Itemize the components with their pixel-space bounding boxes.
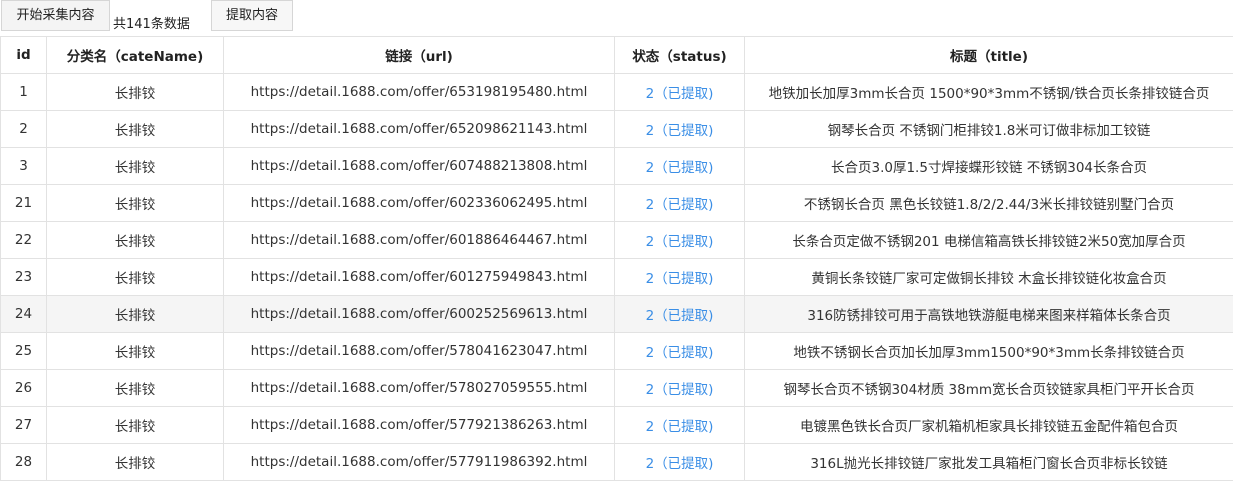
cell-id: 24: [1, 296, 47, 333]
cell-catename: 长排铰: [47, 333, 224, 370]
cell-url: https://detail.1688.com/offer/6531981954…: [224, 74, 615, 111]
cell-title: 地铁不锈钢长合页加长加厚3mm1500*90*3mm长条排铰链合页: [745, 333, 1233, 370]
cell-status: 2（已提取): [615, 74, 745, 111]
table-row[interactable]: 2长排铰https://detail.1688.com/offer/652098…: [1, 111, 1233, 148]
cell-catename: 长排铰: [47, 148, 224, 185]
cell-catename: 长排铰: [47, 407, 224, 444]
cell-title: 钢琴长合页不锈钢304材质 38mm宽长合页铰链家具柜门平开长合页: [745, 370, 1233, 407]
cell-title: 长合页3.0厚1.5寸焊接蝶形铰链 不锈钢304长条合页: [745, 148, 1233, 185]
extract-content-button[interactable]: 提取内容: [211, 0, 293, 31]
cell-catename: 长排铰: [47, 444, 224, 481]
cell-status: 2（已提取): [615, 222, 745, 259]
cell-status: 2（已提取): [615, 259, 745, 296]
cell-catename: 长排铰: [47, 296, 224, 333]
column-header-id[interactable]: id: [1, 37, 47, 74]
cell-title: 钢琴长合页 不锈钢门柜排铰1.8米可订做非标加工铰链: [745, 111, 1233, 148]
cell-status: 2（已提取): [615, 185, 745, 222]
cell-id: 3: [1, 148, 47, 185]
cell-id: 23: [1, 259, 47, 296]
cell-id: 1: [1, 74, 47, 111]
column-header-status[interactable]: 状态（status): [615, 37, 745, 74]
data-table: id 分类名（cateName) 链接（url) 状态（status) 标题（t…: [0, 36, 1233, 481]
cell-catename: 长排铰: [47, 111, 224, 148]
cell-id: 2: [1, 111, 47, 148]
cell-catename: 长排铰: [47, 185, 224, 222]
cell-url: https://detail.1688.com/offer/6023360624…: [224, 185, 615, 222]
cell-status: 2（已提取): [615, 407, 745, 444]
cell-status: 2（已提取): [615, 296, 745, 333]
cell-id: 28: [1, 444, 47, 481]
cell-url: https://detail.1688.com/offer/6012759498…: [224, 259, 615, 296]
toolbar: 开始采集内容 共141条数据 提取内容: [0, 0, 1233, 36]
table-row[interactable]: 22长排铰https://detail.1688.com/offer/60188…: [1, 222, 1233, 259]
table-row[interactable]: 27长排铰https://detail.1688.com/offer/57792…: [1, 407, 1233, 444]
record-count: 共141条数据: [113, 16, 190, 34]
cell-title: 316L抛光长排铰链厂家批发工具箱柜门窗长合页非标长铰链: [745, 444, 1233, 481]
cell-title: 地铁加长加厚3mm长合页 1500*90*3mm不锈钢/铁合页长条排铰链合页: [745, 74, 1233, 111]
table-row[interactable]: 28长排铰https://detail.1688.com/offer/57791…: [1, 444, 1233, 481]
cell-id: 26: [1, 370, 47, 407]
cell-id: 22: [1, 222, 47, 259]
cell-url: https://detail.1688.com/offer/6002525696…: [224, 296, 615, 333]
table-row[interactable]: 25长排铰https://detail.1688.com/offer/57804…: [1, 333, 1233, 370]
cell-status: 2（已提取): [615, 370, 745, 407]
cell-id: 25: [1, 333, 47, 370]
column-header-url[interactable]: 链接（url): [224, 37, 615, 74]
cell-status: 2（已提取): [615, 444, 745, 481]
column-header-catename[interactable]: 分类名（cateName): [47, 37, 224, 74]
table-row[interactable]: 21长排铰https://detail.1688.com/offer/60233…: [1, 185, 1233, 222]
table-row[interactable]: 1长排铰https://detail.1688.com/offer/653198…: [1, 74, 1233, 111]
cell-url: https://detail.1688.com/offer/5779213862…: [224, 407, 615, 444]
cell-url: https://detail.1688.com/offer/5780270595…: [224, 370, 615, 407]
cell-url: https://detail.1688.com/offer/6520986211…: [224, 111, 615, 148]
cell-title: 黄铜长条铰链厂家可定做铜长排铰 木盒长排铰链化妆盒合页: [745, 259, 1233, 296]
cell-catename: 长排铰: [47, 259, 224, 296]
cell-id: 27: [1, 407, 47, 444]
cell-catename: 长排铰: [47, 222, 224, 259]
cell-title: 长条合页定做不锈钢201 电梯信箱高铁长排铰链2米50宽加厚合页: [745, 222, 1233, 259]
table-header-row: id 分类名（cateName) 链接（url) 状态（status) 标题（t…: [1, 37, 1233, 74]
cell-status: 2（已提取): [615, 333, 745, 370]
table-row[interactable]: 3长排铰https://detail.1688.com/offer/607488…: [1, 148, 1233, 185]
cell-status: 2（已提取): [615, 148, 745, 185]
cell-catename: 长排铰: [47, 74, 224, 111]
table-row[interactable]: 23长排铰https://detail.1688.com/offer/60127…: [1, 259, 1233, 296]
column-header-title[interactable]: 标题（title): [745, 37, 1233, 74]
cell-title: 电镀黑色铁长合页厂家机箱机柜家具长排铰链五金配件箱包合页: [745, 407, 1233, 444]
cell-url: https://detail.1688.com/offer/5779119863…: [224, 444, 615, 481]
cell-url: https://detail.1688.com/offer/5780416230…: [224, 333, 615, 370]
cell-catename: 长排铰: [47, 370, 224, 407]
table-row[interactable]: 24长排铰https://detail.1688.com/offer/60025…: [1, 296, 1233, 333]
cell-url: https://detail.1688.com/offer/6074882138…: [224, 148, 615, 185]
table-row[interactable]: 26长排铰https://detail.1688.com/offer/57802…: [1, 370, 1233, 407]
cell-status: 2（已提取): [615, 111, 745, 148]
cell-title: 不锈钢长合页 黑色长铰链1.8/2/2.44/3米长排铰链别墅门合页: [745, 185, 1233, 222]
cell-title: 316防锈排铰可用于高铁地铁游艇电梯来图来样箱体长条合页: [745, 296, 1233, 333]
cell-url: https://detail.1688.com/offer/6018864644…: [224, 222, 615, 259]
cell-id: 21: [1, 185, 47, 222]
table-body: 1长排铰https://detail.1688.com/offer/653198…: [1, 74, 1233, 481]
start-collect-button[interactable]: 开始采集内容: [1, 0, 110, 31]
